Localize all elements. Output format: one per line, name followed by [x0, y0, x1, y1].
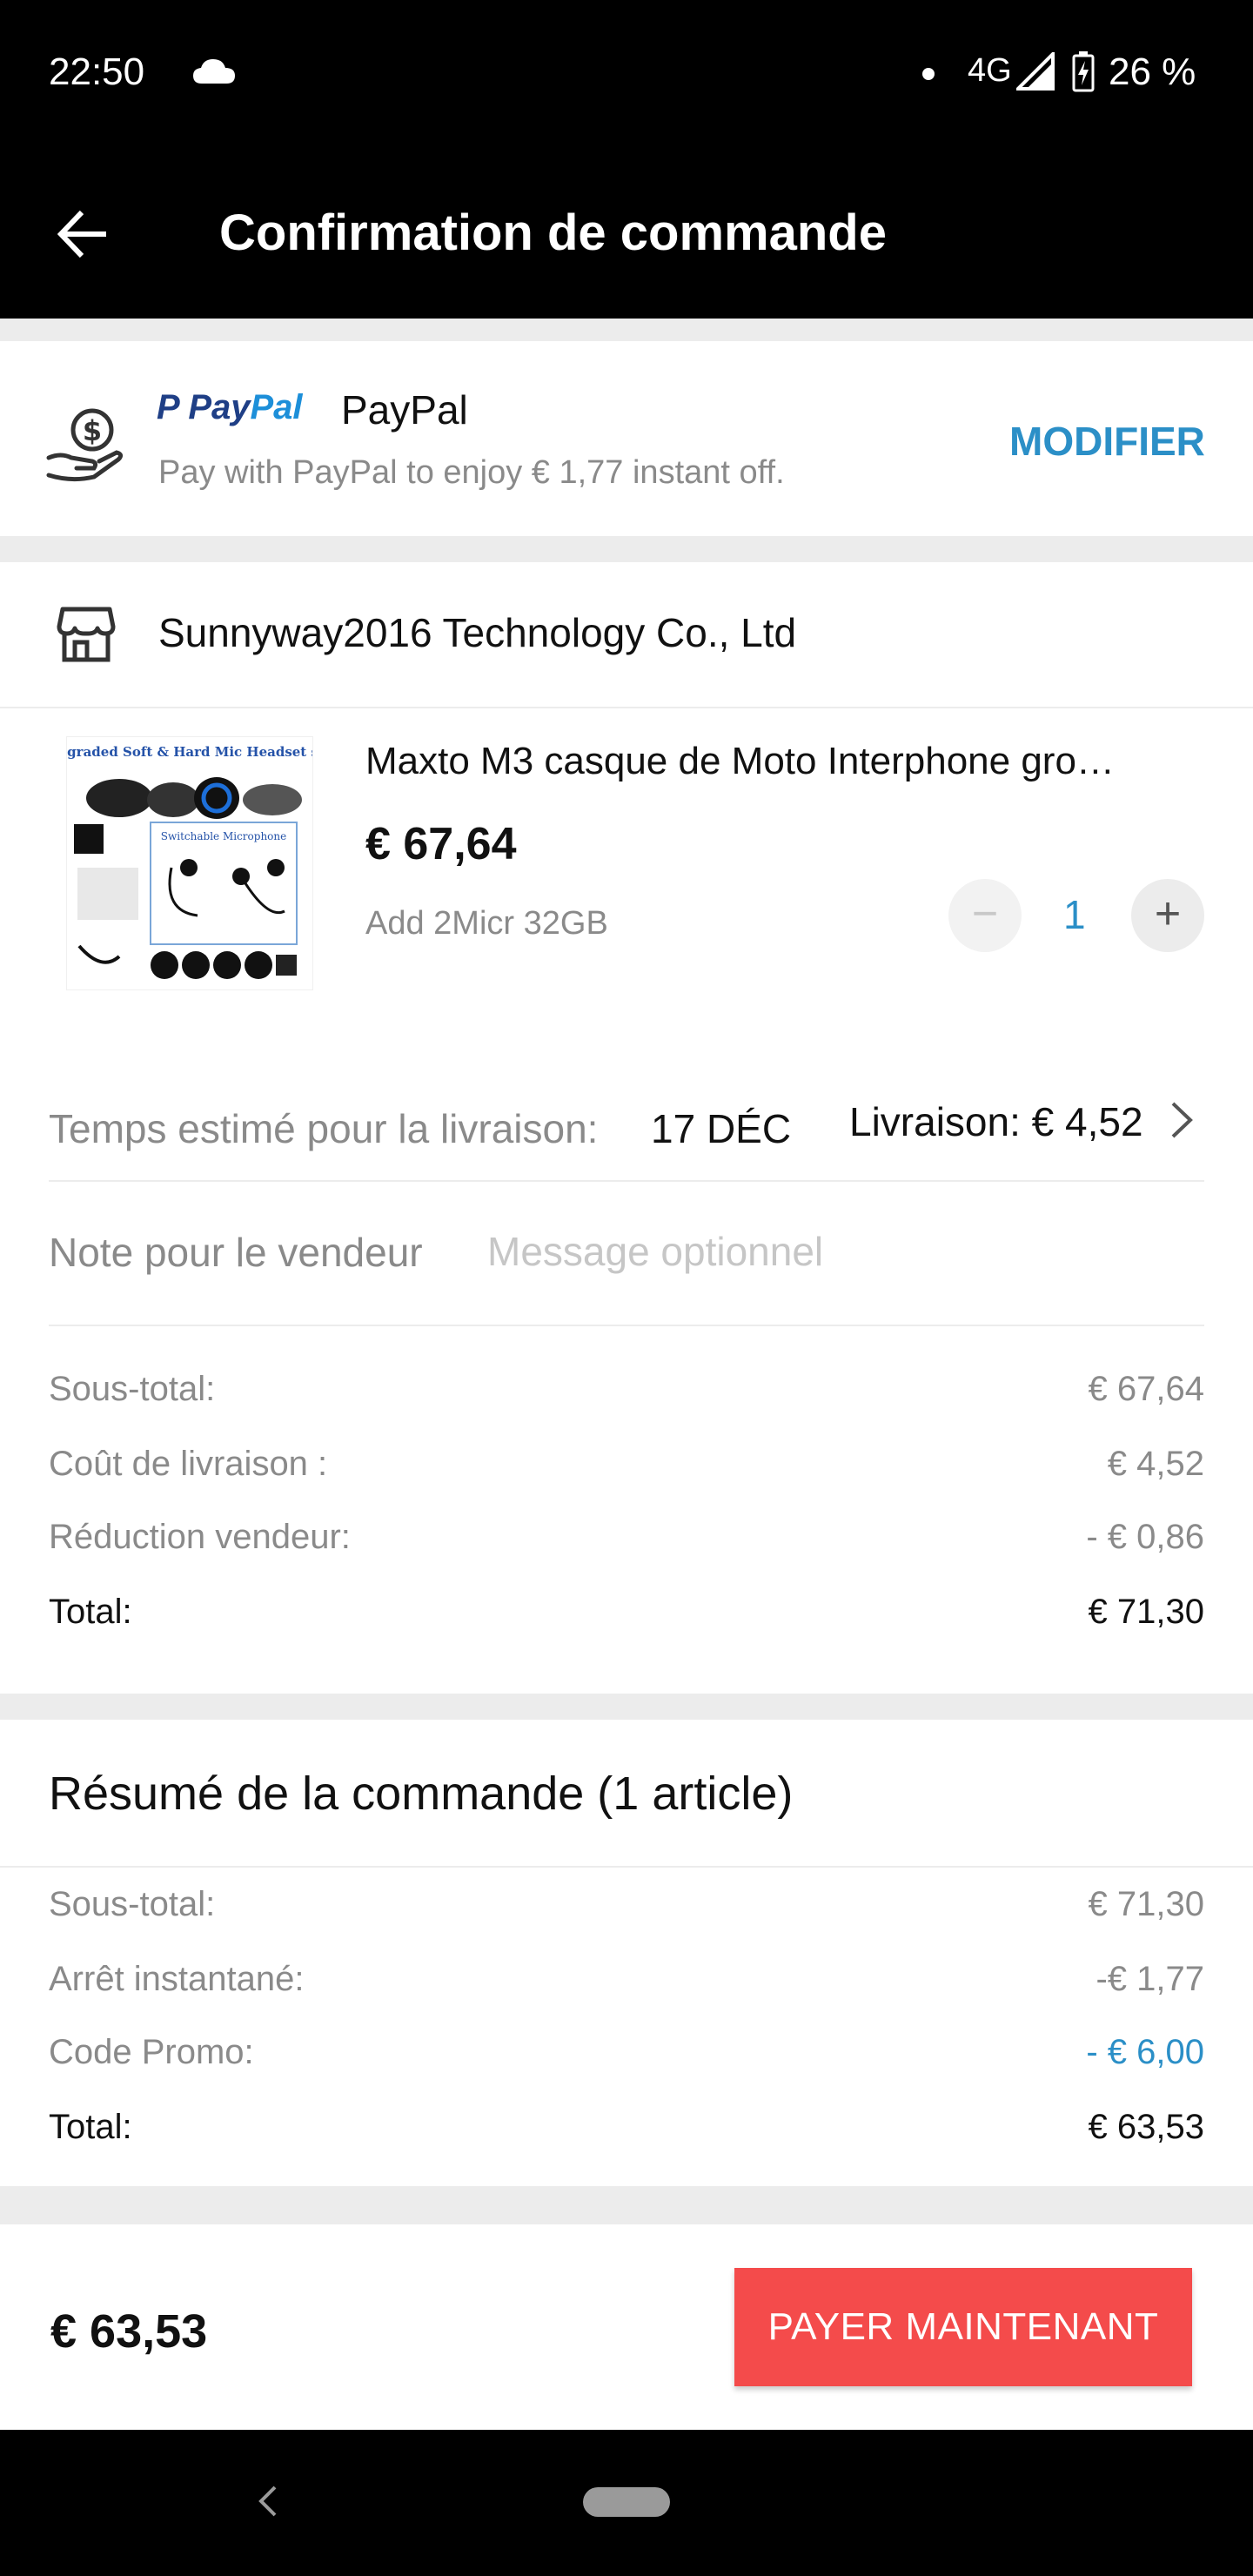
quantity-value: 1: [1063, 892, 1086, 937]
product-image-graphic: Upgraded Soft & Hard Mic Headset set Swi…: [47, 744, 332, 979]
divider: [0, 707, 1253, 708]
svg-text:$: $: [83, 414, 102, 447]
summary-promo-value[interactable]: - € 6,00: [856, 2033, 1204, 2072]
divider: [49, 1180, 1204, 1182]
store-shipping-label: Coût de livraison :: [49, 1445, 328, 1483]
arrow-left-icon[interactable]: [54, 205, 111, 263]
nav-home-pill[interactable]: [583, 2487, 670, 2517]
product-image-caption-top: Upgraded Soft & Hard Mic Headset set: [67, 744, 312, 760]
summary-subtotal-value: € 71,30: [1088, 1885, 1204, 1923]
hand-money-icon: $: [46, 408, 124, 482]
status-bar: [0, 0, 1253, 148]
signal-icon: [1016, 52, 1055, 91]
quantity-decrease-button[interactable]: −: [948, 879, 1022, 952]
summary-promo-label: Code Promo:: [49, 2033, 254, 2071]
store-discount-label: Réduction vendeur:: [49, 1518, 351, 1556]
summary-total-value: € 63,53: [1088, 2108, 1204, 2146]
summary-total-label: Total:: [49, 2108, 132, 2146]
seller-note-input[interactable]: [487, 1217, 1183, 1286]
quantity-increase-button[interactable]: +: [1131, 879, 1204, 952]
divider: [49, 1325, 1204, 1326]
paypal-logo: P PayPal: [157, 388, 303, 426]
divider: [0, 1866, 1253, 1868]
pay-now-button[interactable]: PAYER MAINTENANT: [734, 2268, 1192, 2386]
page-title: Confirmation de commande: [219, 205, 887, 261]
paypal-logo-text-1: Pay: [188, 388, 251, 426]
checkout-total: € 63,53: [50, 2305, 208, 2358]
paypal-logo-text-2: Pal: [250, 388, 303, 426]
product-image[interactable]: Upgraded Soft & Hard Mic Headset set Swi…: [47, 736, 332, 990]
delivery-eta-label: Temps estimé pour la livraison:: [49, 1106, 599, 1151]
seller-note-label: Note pour le vendeur: [49, 1230, 423, 1275]
battery-charging-icon: [1072, 51, 1095, 92]
modify-payment-button[interactable]: MODIFIER: [1009, 418, 1205, 465]
product-variant: Add 2Micr 32GB: [365, 905, 608, 942]
summary-subtotal-label: Sous-total:: [49, 1885, 216, 1923]
store-subtotal-value: € 67,64: [1088, 1370, 1204, 1408]
shipping-cost-link[interactable]: Livraison: € 4,52: [849, 1098, 1143, 1145]
chevron-right-icon[interactable]: [1168, 1098, 1194, 1142]
order-summary-title: Résumé de la commande (1 article): [49, 1768, 794, 1820]
summary-instant-off-value: -€ 1,77: [1096, 1960, 1204, 1998]
paypal-logo-p-mark: P: [157, 388, 189, 426]
notification-dot-icon: [922, 68, 935, 80]
store-shipping-value: € 4,52: [1107, 1445, 1204, 1483]
store-total-label: Total:: [49, 1593, 132, 1631]
store-discount-value: - € 0,86: [1086, 1518, 1204, 1556]
product-title[interactable]: Maxto M3 casque de Moto Interphone gro…: [365, 740, 1201, 783]
nav-back-icon[interactable]: [256, 2482, 280, 2520]
battery-percentage: 26 %: [1109, 50, 1196, 93]
store-icon: [57, 607, 116, 662]
summary-instant-off-label: Arrêt instantané:: [49, 1960, 305, 1998]
store-name[interactable]: Sunnyway2016 Technology Co., Ltd: [158, 609, 796, 656]
store-total-value: € 71,30: [1088, 1593, 1204, 1631]
payment-method-name: PayPal: [341, 387, 468, 433]
cloud-icon: [193, 59, 235, 84]
status-time: 22:50: [49, 50, 145, 93]
store-subtotal-label: Sous-total:: [49, 1370, 216, 1408]
network-type: 4G: [968, 52, 1012, 89]
delivery-eta-value: 17 DÉC: [651, 1106, 792, 1151]
payment-method-subtitle: Pay with PayPal to enjoy € 1,77 instant …: [158, 454, 785, 491]
product-price: € 67,64: [365, 819, 517, 869]
product-image-caption-mid: Switchable Microphone: [161, 830, 286, 842]
